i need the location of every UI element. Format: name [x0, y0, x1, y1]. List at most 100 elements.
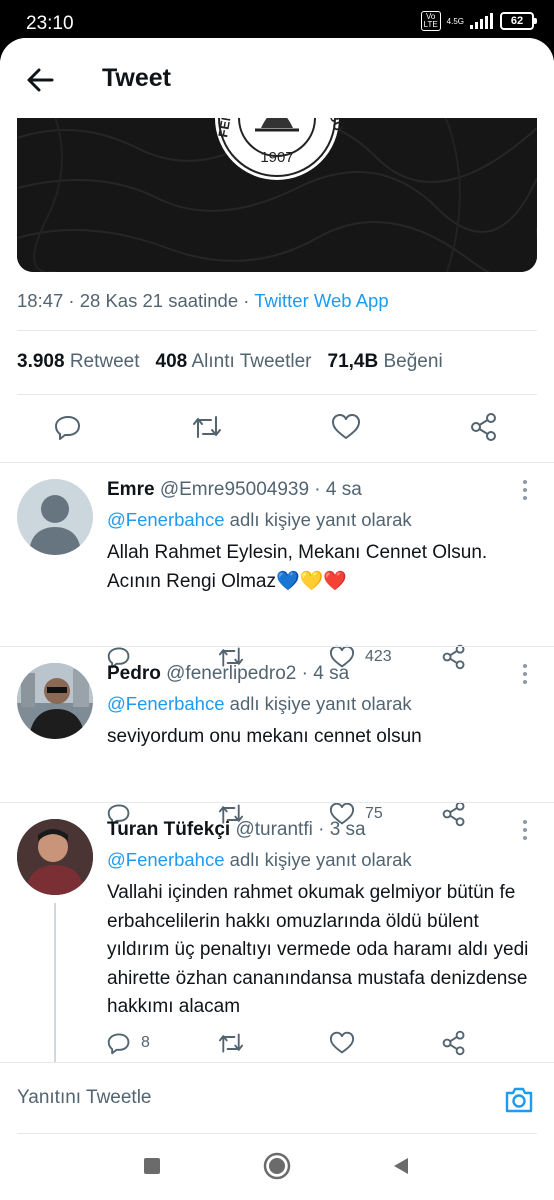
divider	[0, 1062, 554, 1063]
nav-home-icon	[263, 1152, 291, 1180]
avatar[interactable]	[17, 663, 93, 739]
more-icon[interactable]	[520, 663, 530, 685]
divider	[0, 646, 554, 647]
avatar[interactable]	[17, 819, 93, 895]
share-icon	[442, 1030, 465, 1056]
likes-count: 71,4B	[327, 351, 379, 372]
reply-button[interactable]	[51, 410, 85, 444]
quotes-count: 408	[155, 351, 188, 372]
tweet-stats: 3.908 Retweet 408 Alıntı Tweetler 71,4B …	[17, 351, 443, 373]
reply-author: Pedro @fenerlipedro2 · 4 sa	[107, 663, 349, 685]
like-button[interactable]	[329, 1029, 365, 1057]
share-button[interactable]	[441, 1029, 467, 1057]
share-button[interactable]	[441, 800, 467, 828]
back-arrow-icon[interactable]	[22, 62, 58, 98]
author-name: Turan Tüfekçi	[107, 819, 231, 840]
retweet-button[interactable]	[217, 1029, 245, 1057]
reply-author: Turan Tüfekçi @turantfi · 3 sa	[107, 819, 366, 841]
battery-level: 62	[510, 15, 524, 27]
quotes-stat[interactable]: 408 Alıntı Tweetler	[156, 351, 312, 373]
more-icon[interactable]	[520, 819, 530, 841]
tweet-timestamp: 18:47 · 28 Kas 21 saatinde · Twitter Web…	[17, 290, 389, 312]
reply-text: Allah Rahmet Eylesin, Mekanı Cennet Olsu…	[107, 542, 488, 592]
replying-suffix: adlı kişiye yanıt olarak	[224, 693, 412, 714]
author-handle: @Emre95004939	[159, 479, 310, 500]
camera-icon[interactable]	[503, 1084, 535, 1116]
user-photo-icon	[17, 819, 93, 895]
tweet-time: 18:47 · 28 Kas 21 saatinde ·	[17, 290, 255, 311]
author-name: Emre	[107, 479, 155, 500]
reply-text: Vallahi içinden rahmet okumak gelmiyor b…	[107, 882, 529, 1017]
reply-actions: 8	[107, 1029, 537, 1057]
mention-link[interactable]: @Fenerbahce	[107, 693, 225, 714]
author-handle: @fenerlipedro2	[166, 663, 297, 684]
tweet-actions	[0, 410, 554, 450]
replying-suffix: adlı kişiye yanıt olarak	[224, 849, 412, 870]
share-icon	[442, 801, 465, 827]
status-icons: Vo LTE 4.5G 62	[420, 11, 537, 31]
tweet-media-image[interactable]: FENER LÜBÜ 1907	[17, 98, 537, 272]
nav-recents-button[interactable]	[137, 1151, 167, 1181]
retweets-stat[interactable]: 3.908 Retweet	[17, 351, 140, 373]
system-nav-bar	[0, 1134, 554, 1200]
nav-recents-icon	[144, 1158, 160, 1174]
author-name: Pedro	[107, 663, 161, 684]
divider	[0, 802, 554, 803]
divider	[17, 394, 537, 395]
retweets-label: Retweet	[69, 351, 140, 372]
reply-button[interactable]: 8	[107, 1029, 150, 1057]
retweets-count: 3.908	[17, 351, 65, 372]
reply-text: seviyordum onu mekanı cennet olsun	[107, 726, 422, 747]
like-count: 423	[365, 648, 392, 665]
divider	[17, 330, 537, 331]
top-bar: Tweet	[0, 38, 554, 118]
retweet-button[interactable]	[190, 410, 224, 444]
retweet-icon	[218, 1033, 244, 1053]
status-time: 23:10	[26, 13, 74, 34]
replying-to: @Fenerbahce adlı kişiye yanıt olarak	[107, 849, 412, 871]
reply-author: Emre @Emre95004939 · 4 sa	[107, 479, 362, 501]
default-avatar-icon	[29, 495, 81, 555]
badge-year: 1907	[260, 149, 293, 166]
app-screen: FENER LÜBÜ 1907 Tweet 18:47 · 28 Kas 21 …	[0, 38, 554, 1200]
like-button[interactable]	[329, 410, 363, 444]
likes-stat[interactable]: 71,4B Beğeni	[328, 351, 443, 373]
like-icon	[329, 1031, 355, 1054]
nav-back-icon	[394, 1158, 408, 1174]
share-button[interactable]	[441, 643, 467, 671]
battery-icon: 62	[500, 12, 537, 30]
author-handle: @turantfi	[235, 819, 313, 840]
volte-icon: Vo LTE	[420, 11, 441, 31]
replying-suffix: adlı kişiye yanıt olarak	[224, 509, 412, 530]
page-title: Tweet	[102, 64, 171, 92]
more-icon[interactable]	[520, 479, 530, 501]
replying-to: @Fenerbahce adlı kişiye yanıt olarak	[107, 693, 412, 715]
user-photo-icon	[17, 663, 93, 739]
avatar[interactable]	[17, 479, 93, 555]
like-count: 75	[365, 805, 383, 822]
network-type: 4.5G	[446, 16, 464, 26]
reply-time: · 4 sa	[309, 479, 362, 500]
share-icon	[442, 644, 465, 670]
reply-time: · 3 sa	[312, 819, 366, 840]
like-icon	[332, 414, 360, 439]
divider	[0, 462, 554, 463]
reply-icon	[107, 1033, 130, 1055]
reply-time: · 4 sa	[296, 663, 350, 684]
retweet-icon	[193, 416, 221, 438]
reply-count: 8	[141, 1034, 150, 1051]
share-icon	[471, 413, 496, 441]
tweet-source-link[interactable]: Twitter Web App	[254, 290, 388, 311]
nav-home-button[interactable]	[262, 1151, 292, 1181]
share-button[interactable]	[467, 410, 501, 444]
mention-link[interactable]: @Fenerbahce	[107, 509, 225, 530]
reply-icon	[55, 416, 80, 440]
signal-icon	[470, 13, 493, 29]
nav-back-button[interactable]	[386, 1151, 416, 1181]
likes-label: Beğeni	[383, 351, 443, 372]
reply-composer[interactable]: Yanıtını Tweetle	[0, 1062, 554, 1134]
quotes-label: Alıntı Tweetler	[191, 351, 312, 372]
mention-link[interactable]: @Fenerbahce	[107, 849, 225, 870]
reply-input-placeholder[interactable]: Yanıtını Tweetle	[17, 1087, 152, 1109]
replying-to: @Fenerbahce adlı kişiye yanıt olarak	[107, 509, 412, 531]
